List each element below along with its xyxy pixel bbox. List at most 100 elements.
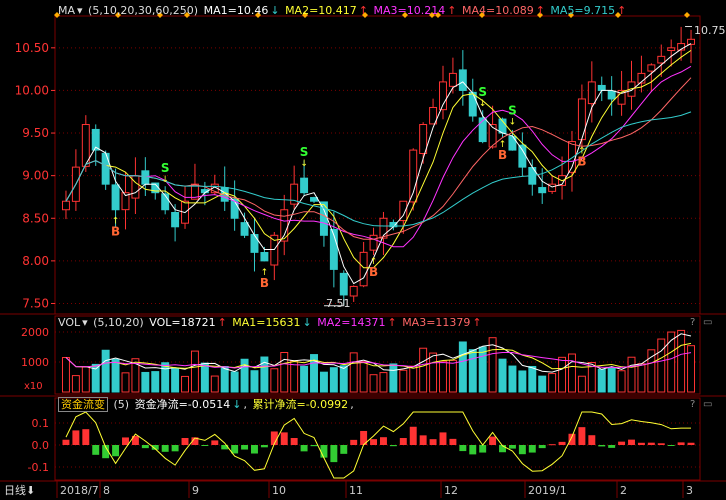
flow-bars	[62, 426, 695, 463]
candle-body	[369, 234, 378, 251]
volume-bars	[61, 329, 696, 393]
candle	[647, 63, 656, 92]
flow-bar	[558, 441, 566, 445]
volume-bar	[121, 372, 130, 393]
candle-body	[458, 69, 467, 91]
candle-body	[111, 184, 120, 211]
stock-chart-canvas[interactable]: 10.5010.009.509.008.508.007.50S↓S↓S↓ S↓↑B…	[0, 0, 726, 500]
vol-tick-label: 2000	[21, 326, 49, 339]
volume-bar	[448, 359, 457, 393]
vol-unit-label: x10	[24, 381, 43, 392]
flow-bar	[598, 445, 606, 447]
price-tick-label: 8.00	[22, 254, 49, 268]
ma5-value: MA5=9.715	[550, 4, 616, 17]
ma-indicator-button[interactable]: MA ▾	[58, 4, 83, 17]
flow-bar	[389, 445, 397, 447]
price-tick-label: 7.50	[22, 296, 49, 310]
candle	[240, 212, 249, 238]
volume-bar	[399, 369, 408, 393]
volume-bar	[617, 370, 626, 393]
volume-bar	[568, 353, 576, 393]
volume-bar	[230, 371, 239, 393]
candle-body	[260, 252, 269, 262]
candle-body	[607, 90, 616, 100]
ma-line-2	[65, 49, 692, 269]
candle-body	[61, 200, 70, 211]
sell-signal-arrow: ↓	[479, 99, 487, 109]
candle	[61, 190, 70, 220]
flow-bar	[300, 445, 308, 452]
buy-signal-label: B	[111, 225, 120, 239]
vol-params: (5,10,20)	[93, 316, 144, 329]
candle	[161, 186, 170, 215]
flow-bar	[320, 445, 328, 458]
vol-indicator-button[interactable]: VOL ▾	[58, 316, 88, 329]
buy-signal-label: B	[577, 155, 586, 169]
candle	[587, 61, 596, 123]
sell-signal-arrow: ↓	[300, 159, 308, 169]
volume-bar	[359, 361, 368, 393]
volume-bar	[141, 371, 150, 393]
low-price-label: 7.51	[326, 297, 351, 310]
candle-body	[667, 47, 676, 52]
flow-bar	[548, 444, 556, 446]
flow-bar	[677, 442, 685, 445]
volume-bar	[300, 365, 309, 393]
flow-bar	[251, 445, 258, 454]
candle-body	[577, 98, 586, 141]
flow-bar	[469, 445, 477, 455]
sell-signal-arrow: ↓	[161, 175, 169, 185]
volume-bar	[597, 368, 606, 393]
volume-bar	[61, 357, 70, 393]
volume-bar	[329, 367, 338, 393]
flow-bar	[92, 445, 100, 455]
candle-body	[101, 152, 110, 185]
flow-bar	[72, 430, 80, 445]
volume-bar	[190, 350, 199, 393]
candle-body	[448, 72, 457, 87]
candle	[627, 60, 636, 110]
volume-bar	[349, 352, 358, 393]
candle	[528, 159, 537, 196]
candle	[657, 44, 666, 77]
volume-bar	[627, 356, 636, 393]
volume-bar	[409, 365, 418, 393]
vol-help-icon[interactable]: ?	[690, 317, 695, 328]
candle	[607, 76, 616, 116]
flow-bar	[538, 445, 546, 449]
volume-bar	[677, 329, 686, 393]
price-tick-label: 9.00	[22, 169, 49, 183]
flow-bar	[449, 438, 457, 445]
flow-collapse-icon[interactable]: ▭	[703, 399, 712, 410]
volume-bar	[111, 358, 120, 393]
candle-body	[300, 177, 309, 194]
sell-signal-label: S	[300, 145, 309, 159]
price-tick-label: 10.50	[15, 41, 49, 55]
flow-tick-label: -0.1	[28, 461, 49, 474]
volume-bar	[657, 338, 666, 393]
vol-collapse-icon[interactable]: ▭	[703, 317, 712, 328]
volume-bar	[250, 370, 259, 393]
volume-bar	[647, 349, 656, 393]
volume-bar	[558, 356, 567, 393]
candlesticks	[61, 26, 696, 306]
flow-bar	[290, 438, 298, 445]
candle-body	[657, 55, 666, 64]
flow-indicator-button[interactable]: 资金流变	[58, 397, 108, 412]
flow-params: (5)	[113, 398, 130, 411]
candle-body	[250, 234, 259, 253]
flow-help-icon[interactable]: ?	[690, 399, 695, 410]
date-label: 12	[444, 484, 458, 497]
volume-bar	[369, 374, 378, 393]
period-selector[interactable]: 日线⬇	[4, 484, 35, 498]
candle-body	[647, 64, 656, 72]
flow-bar	[82, 429, 90, 445]
price-tick-label: 9.50	[22, 126, 49, 140]
flow-bar	[588, 435, 596, 445]
volume-bar	[210, 375, 219, 393]
flow-bar	[241, 445, 249, 450]
volume-bar	[280, 351, 289, 393]
flow-bar	[409, 426, 417, 445]
candle-body	[478, 117, 487, 143]
candle	[468, 78, 477, 122]
